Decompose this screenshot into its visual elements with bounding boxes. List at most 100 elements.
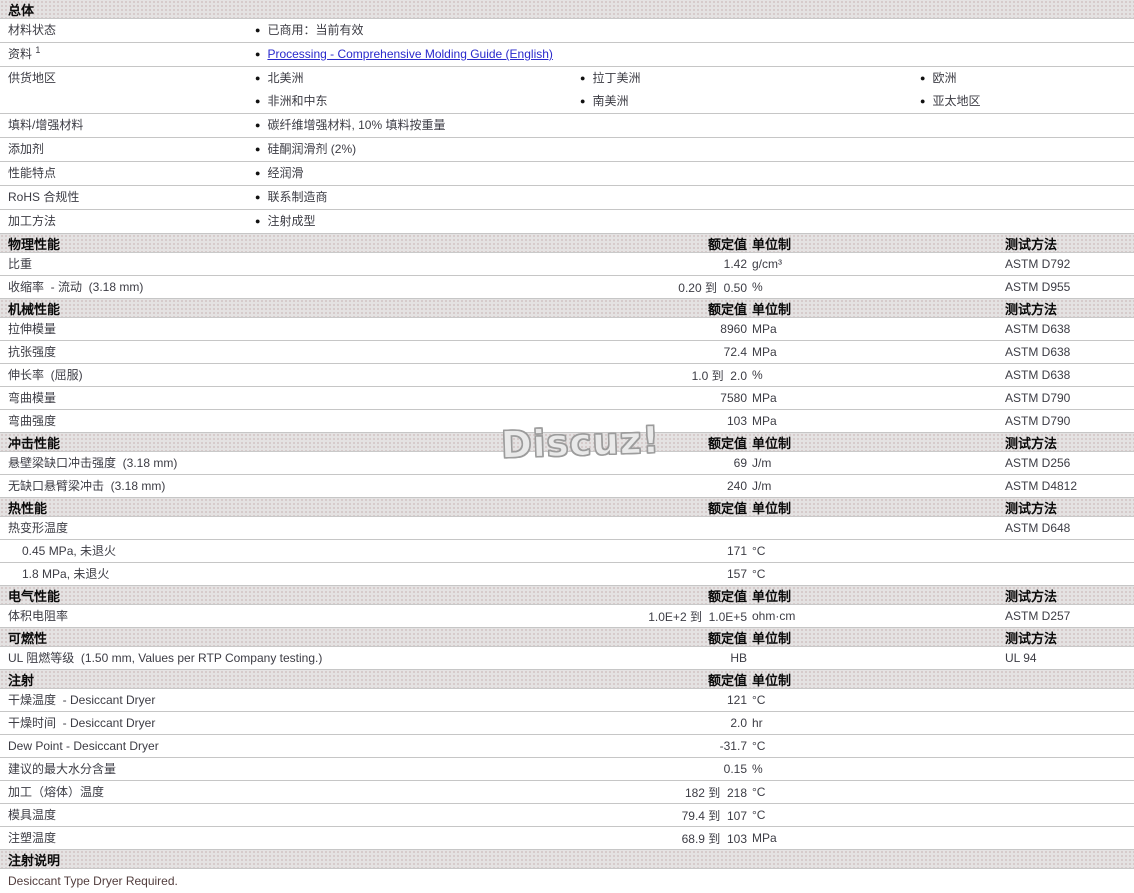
column-header-test-method: 测试方法: [1005, 435, 1058, 451]
bullet-icon: ●: [580, 73, 586, 83]
rated-value: 79.4 到 107: [681, 808, 747, 823]
bullet-item: ● 已商用：当前有效: [255, 19, 580, 42]
rated-value: 0.15: [723, 762, 747, 776]
bullet-item: ● 联系制造商: [255, 186, 580, 209]
bullet-icon: ●: [920, 96, 926, 106]
property-label: 模具温度: [8, 808, 57, 822]
bullet-text: 亚太地区: [932, 94, 981, 108]
bullet-icon: ●: [255, 168, 261, 178]
property-label: 体积电阻率: [8, 609, 69, 623]
table-row: 加工（熔体）温度 182 到 218 °C: [0, 781, 1134, 804]
injection-note: Desiccant Type Dryer Required.: [8, 874, 178, 888]
test-method-value: UL 94: [1005, 651, 1037, 665]
unit-value: MPa: [752, 414, 777, 428]
section-header-3: 冲击性能 额定值 单位制 测试方法: [0, 433, 1134, 452]
column-header-test-method: 测试方法: [1005, 301, 1058, 317]
table-row: 资料 1 ● Processing - Comprehensive Molding …: [0, 43, 1134, 67]
test-method-value: ASTM D648: [1005, 521, 1071, 535]
table-row: 悬壁梁缺口冲击强度 (3.18 mm) 69 J/m ASTM D256: [0, 452, 1134, 475]
rated-value: 1.42: [723, 257, 747, 271]
table-row: 抗张强度 72.4 MPa ASTM D638: [0, 341, 1134, 364]
table-row: 0.45 MPa, 未退火 171 °C: [0, 540, 1134, 563]
bullet-item: ● 注射成型: [255, 210, 580, 233]
property-label: 比重: [8, 257, 33, 271]
bullet-text: 欧洲: [932, 71, 957, 85]
rated-value: -31.7: [719, 739, 747, 753]
property-label: 无缺口悬臂梁冲击 (3.18 mm): [8, 479, 166, 493]
test-method-value: ASTM D638: [1005, 322, 1071, 336]
property-label: 加工（熔体）温度: [8, 785, 105, 799]
table-row: 伸长率 (屈服) 1.0 到 2.0% ASTM D638: [0, 364, 1134, 387]
section-title: 物理性能: [8, 236, 61, 252]
bullet-item: ● 亚太地区: [920, 90, 1134, 113]
table-row: 性能特点 ● 经润滑: [0, 162, 1134, 186]
bullet-columns: ● 经润滑: [255, 162, 1134, 185]
bullet-column: ● 硅酮润滑剂 (2%): [255, 138, 580, 161]
bullet-icon: ●: [255, 73, 261, 83]
unit-value: MPa: [752, 322, 777, 336]
property-label: 伸长率 (屈服): [8, 368, 83, 382]
bullet-text: 南美洲: [592, 94, 629, 108]
column-header-unit: 单位制: [752, 500, 792, 516]
section-title: 总体: [8, 2, 35, 18]
unit-value: %: [752, 368, 763, 382]
bullet-columns: ● 注射成型: [255, 210, 1134, 233]
test-method-value: ASTM D790: [1005, 414, 1071, 428]
unit-value: MPa: [752, 391, 777, 405]
unit-value: g/cm³: [752, 257, 782, 271]
rated-value: 8960: [720, 322, 747, 336]
table-row: 材料状态 ● 已商用：当前有效: [0, 19, 1134, 43]
rated-value: 157: [726, 567, 747, 581]
property-label: 资料 1: [8, 45, 41, 62]
bullet-item: ● 拉丁美洲: [580, 67, 920, 90]
property-table: 总体 材料状态 ● 已商用：当前有效 资料 1 ● Processing - Compreh…: [0, 0, 1134, 893]
bullet-item: ● 非洲和中东: [255, 90, 580, 113]
rated-value: 182 到 218: [684, 785, 747, 800]
column-header-rated-value: 额定值: [707, 236, 747, 252]
section-title: 冲击性能: [8, 435, 61, 451]
column-header-unit: 单位制: [752, 630, 792, 646]
rated-value: 240: [726, 479, 747, 493]
table-row: 比重 1.42 g/cm³ ASTM D792: [0, 253, 1134, 276]
table-row: Dew Point - Desiccant Dryer -31.7 °C: [0, 735, 1134, 758]
table-row: 加工方法 ● 注射成型: [0, 210, 1134, 234]
bullet-column: ● 北美洲 ● 非洲和中东: [255, 67, 580, 113]
bullet-icon: ●: [255, 96, 261, 106]
bullet-item: ● 南美洲: [580, 90, 920, 113]
property-label: 拉伸模量: [8, 322, 57, 336]
property-label: 性能特点: [8, 166, 57, 180]
table-row: 1.8 MPa, 未退火 157 °C: [0, 563, 1134, 586]
molding-guide-link[interactable]: Processing - Comprehensive Molding Guide…: [267, 47, 552, 61]
bullet-item: ● 硅酮润滑剂 (2%): [255, 138, 580, 161]
unit-value: J/m: [752, 456, 772, 470]
property-label: 注塑温度: [8, 831, 57, 845]
column-header-unit: 单位制: [752, 236, 792, 252]
property-label: Dew Point - Desiccant Dryer: [8, 739, 159, 753]
table-row: UL 阻燃等级 (1.50 mm, Values per RTP Company…: [0, 647, 1134, 670]
column-header-rated-value: 额定值: [707, 588, 747, 604]
bullet-column: ● 联系制造商: [255, 186, 580, 209]
column-header-rated-value: 额定值: [707, 435, 747, 451]
table-row: 弯曲强度 103 MPa ASTM D790: [0, 410, 1134, 433]
bullet-column: ● 碳纤维增强材料, 10% 填料按重量: [255, 114, 580, 137]
column-header-test-method: 测试方法: [1005, 236, 1058, 252]
rated-value: 7580: [720, 391, 747, 405]
bullet-text: 经润滑: [267, 166, 304, 180]
bullet-item: ● 碳纤维增强材料, 10% 填料按重量: [255, 114, 580, 137]
test-method-value: ASTM D790: [1005, 391, 1071, 405]
table-row: 添加剂 ● 硅酮润滑剂 (2%): [0, 138, 1134, 162]
bullet-text: 碳纤维增强材料, 10% 填料按重量: [267, 118, 446, 132]
rated-value: 121: [726, 693, 747, 707]
unit-value: °C: [752, 785, 766, 799]
property-label: 抗张强度: [8, 345, 57, 359]
rated-value: 1.0E+2 到 1.0E+5: [648, 609, 747, 624]
column-header-rated-value: 额定值: [707, 630, 747, 646]
section-header-1: 物理性能 额定值 单位制 测试方法: [0, 234, 1134, 253]
bullet-icon: ●: [255, 192, 261, 202]
section-header-6: 可燃性 额定值 单位制 测试方法: [0, 628, 1134, 647]
property-label: UL 阻燃等级 (1.50 mm, Values per RTP Company…: [8, 651, 323, 665]
test-method-value: ASTM D792: [1005, 257, 1071, 271]
rated-value: 171: [726, 544, 747, 558]
section-title: 热性能: [8, 500, 48, 516]
section-title: 可燃性: [8, 630, 48, 646]
